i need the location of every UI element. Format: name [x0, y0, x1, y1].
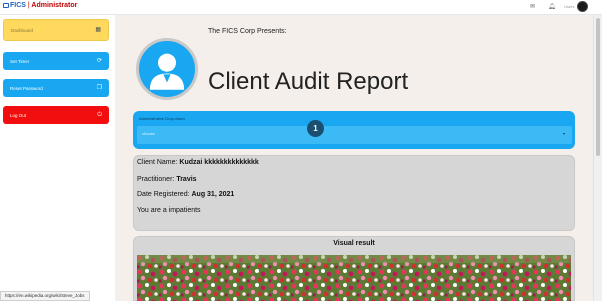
visual-result-title: Visual result [333, 240, 375, 247]
practitioner-value: Travis [176, 176, 197, 183]
scrollbar-thumb[interactable] [596, 18, 600, 156]
user-icon-graphic [149, 53, 185, 90]
fics-logo-icon [3, 3, 9, 8]
status-bar-url: https://en.wikipedia.org/wiki/Steve_Jobs [0, 291, 90, 301]
admin-dropdown-select[interactable] [137, 126, 572, 144]
status-text: You are a impatients [137, 207, 201, 214]
power-icon: ⏻ [97, 112, 102, 118]
brand-logo[interactable]: FICS | Administrator [3, 2, 77, 9]
sidebar-item-log-out[interactable]: Log Out ⏻ [3, 106, 109, 124]
client-name-value: Kudzai kkkkkkkkkkkkkk [179, 159, 259, 166]
bell-icon[interactable]: 🔔︎ [548, 3, 556, 11]
sidebar-item-reset-password[interactable]: Reset Password ❐ [3, 79, 109, 97]
brand-separator: | [27, 2, 30, 9]
chevron-down-icon[interactable]: ▾ [563, 131, 565, 136]
practitioner-row: Practitioner: Travis [137, 176, 197, 183]
user-label[interactable]: Users [564, 4, 574, 9]
client-name-row: Client Name: Kudzai kkkkkkkkkkkkkk [137, 159, 259, 166]
date-registered-label: Date Registered: [137, 191, 190, 198]
date-registered-value: Aug 31, 2021 [191, 191, 235, 198]
sidebar-item-label: Set Timer [10, 58, 30, 64]
date-registered-row: Date Registered: Aug 31, 2021 [137, 191, 234, 198]
sidebar-item-dashboard[interactable]: Dashboard ▦ [3, 19, 109, 41]
dropdown-label: Administrative Drop-down [139, 116, 185, 121]
sidebar-item-label: Reset Password [10, 85, 43, 91]
sidebar: Dashboard ▦ Set Timer ⟳ Reset Password ❐… [0, 15, 115, 301]
sidebar-item-label: Log Out [10, 112, 27, 118]
top-bar: FICS | Administrator ✉ 🔔︎ Users [0, 0, 602, 15]
flower-field-graphic [137, 255, 571, 301]
practitioner-label: Practitioner: [137, 176, 175, 183]
presents-heading: The FICS Corp Presents: [208, 28, 287, 35]
mail-icon[interactable]: ✉ [530, 3, 535, 11]
brand-role: Administrator [31, 2, 78, 9]
step-badge: 1 [307, 120, 324, 137]
grid-icon: ▦ [95, 27, 101, 33]
timer-icon: ⟳ [96, 58, 102, 64]
client-name-label: Client Name: [137, 159, 178, 166]
flower-field-photo [137, 255, 571, 301]
sidebar-item-label: Dashboard [11, 27, 34, 33]
sidebar-item-set-timer[interactable]: Set Timer ⟳ [3, 52, 109, 70]
user-avatar[interactable] [577, 1, 588, 12]
dropdown-value[interactable]: choose [142, 131, 155, 136]
page-title: Client Audit Report [208, 68, 409, 95]
copy-icon: ❐ [96, 85, 102, 91]
brand-name: FICS [10, 2, 26, 9]
user-icon [136, 38, 198, 100]
